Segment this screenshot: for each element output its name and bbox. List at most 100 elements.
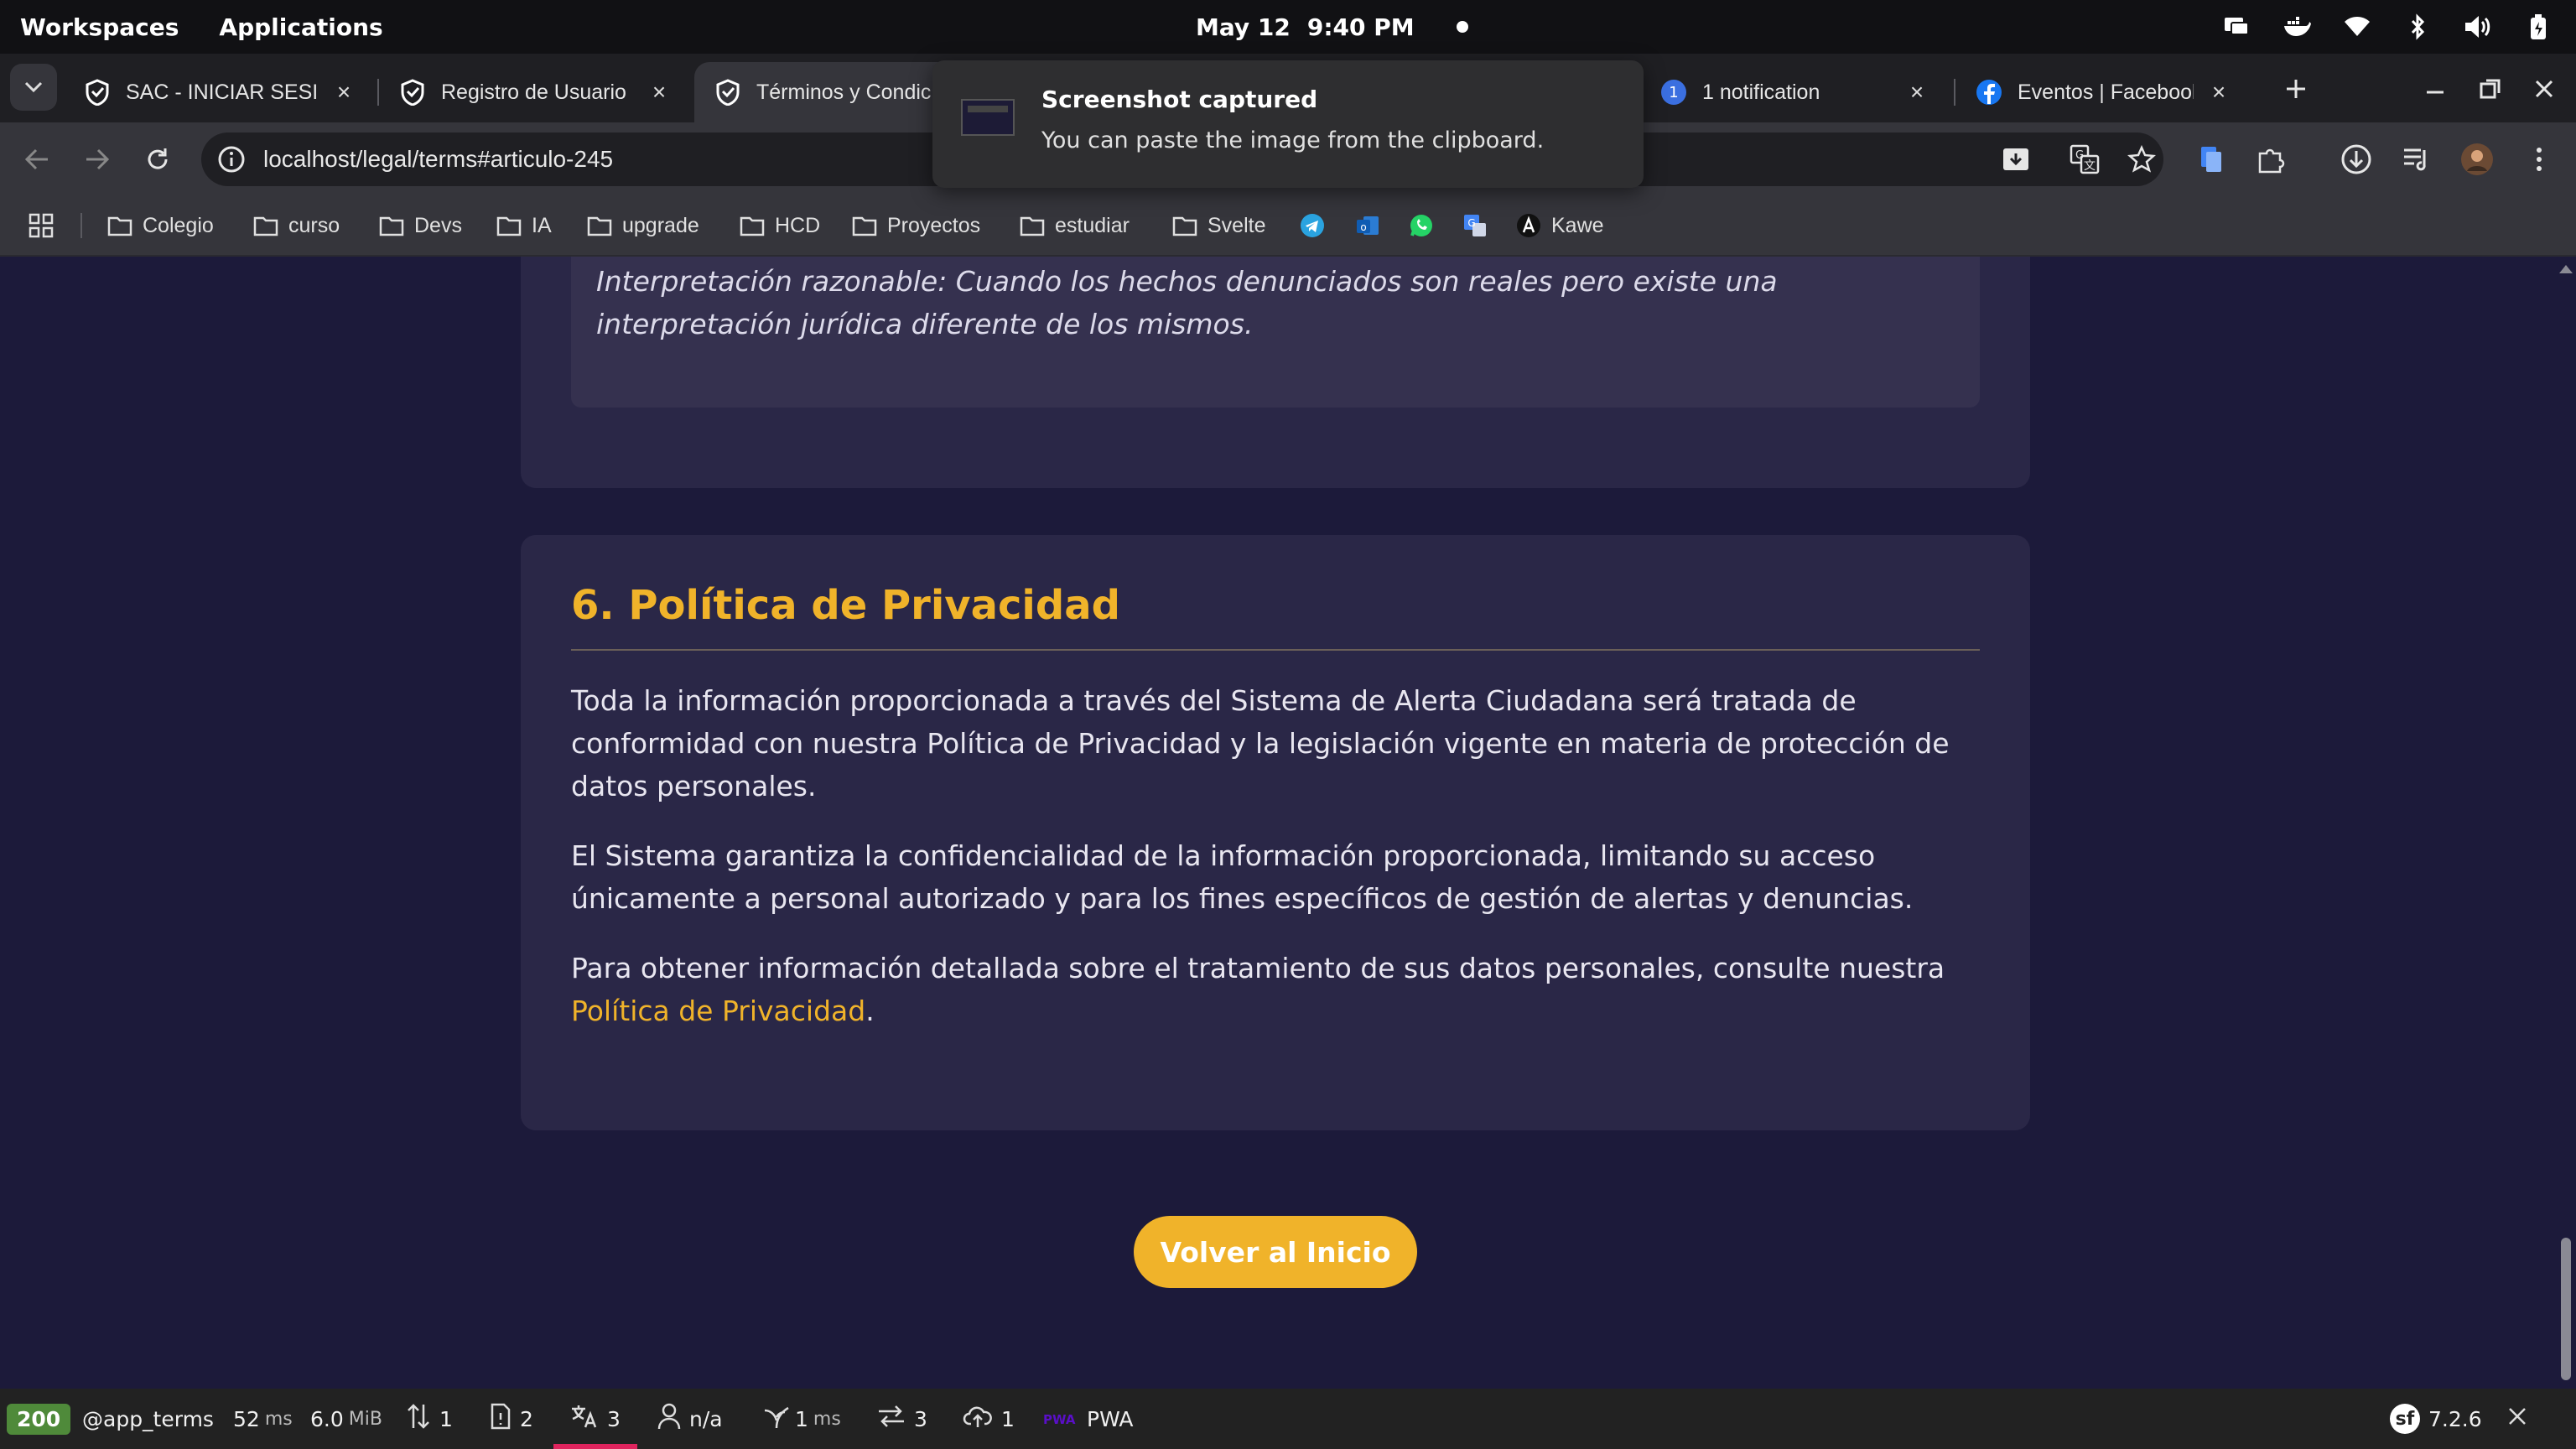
debug-time[interactable]: 52 ms xyxy=(233,1389,293,1449)
minimize-icon[interactable] xyxy=(2418,72,2452,106)
tab-facebook[interactable]: Eventos | Facebook × xyxy=(1955,62,2251,122)
browser-menu-icon[interactable] xyxy=(2519,139,2559,179)
clock[interactable]: May 12 9:40 PM xyxy=(1196,0,1468,54)
bookmark-folder-upgrade[interactable]: upgrade xyxy=(587,195,699,257)
bookmark-google-translate[interactable]: G xyxy=(1462,195,1488,257)
extensions-puzzle-icon[interactable] xyxy=(2251,139,2291,179)
google-translate-icon: G xyxy=(1462,213,1488,238)
outlook-icon: o xyxy=(1355,213,1380,238)
close-icon[interactable]: × xyxy=(332,80,356,104)
bookmark-folder-proyectos[interactable]: Proyectos xyxy=(852,195,980,257)
bookmark-kawe[interactable]: Kawe xyxy=(1516,195,1604,257)
tab-registro[interactable]: Registro de Usuario × xyxy=(379,62,691,122)
privacy-paragraph-1: Toda la información proporcionada a trav… xyxy=(571,684,1950,802)
new-tab-icon[interactable] xyxy=(2279,72,2313,106)
clock-time: 9:40 PM xyxy=(1306,13,1415,41)
clock-date: May 12 xyxy=(1196,13,1291,41)
close-window-icon[interactable] xyxy=(2527,72,2561,106)
debug-cache[interactable]: 1 xyxy=(963,1389,1015,1449)
profile-avatar[interactable] xyxy=(2457,139,2497,179)
bookmark-folder-curso[interactable]: curso xyxy=(253,195,340,257)
volume-icon[interactable] xyxy=(2464,13,2492,41)
downloads-icon[interactable] xyxy=(2336,139,2376,179)
active-panel-indicator xyxy=(553,1444,637,1449)
bookmarks-divider xyxy=(80,213,82,238)
bookmark-folder-devs[interactable]: Devs xyxy=(379,195,462,257)
scrollbar-thumb[interactable] xyxy=(2561,1238,2571,1380)
bookmark-folder-hcd[interactable]: HCD xyxy=(740,195,820,257)
docker-icon[interactable] xyxy=(2283,13,2311,41)
svg-text:PWA: PWA xyxy=(1043,1412,1076,1426)
privacy-policy-link[interactable]: Política de Privacidad xyxy=(571,995,865,1027)
debug-user[interactable]: n/a xyxy=(657,1389,723,1449)
close-icon[interactable]: × xyxy=(647,80,671,104)
debug-memory[interactable]: 6.0 MiB xyxy=(310,1389,382,1449)
cloud-upload-icon xyxy=(963,1404,993,1434)
folder-icon xyxy=(496,213,522,238)
page-content: Interpretación razonable: Cuando los hec… xyxy=(0,257,2576,1389)
forward-icon[interactable] xyxy=(77,139,117,179)
debug-forms[interactable]: 2 xyxy=(490,1389,533,1449)
bookmark-star-icon[interactable] xyxy=(2127,144,2157,174)
media-controls-icon[interactable] xyxy=(2397,139,2437,179)
debug-close[interactable] xyxy=(2507,1389,2527,1449)
wifi-icon[interactable] xyxy=(2343,13,2371,41)
requests-icon xyxy=(406,1403,431,1435)
debug-translations[interactable]: 3 xyxy=(570,1389,621,1449)
privacy-paragraph-3-text: Para obtener información detallada sobre… xyxy=(571,952,1945,984)
bookmark-whatsapp[interactable] xyxy=(1409,195,1434,257)
tab-search-button[interactable] xyxy=(10,64,57,111)
notification-title: Screenshot captured xyxy=(1041,86,1318,113)
telegram-icon xyxy=(1300,213,1325,238)
folder-icon xyxy=(107,213,132,238)
tab-notification[interactable]: 1 1 notification × xyxy=(1640,62,1949,122)
back-to-home-button[interactable]: Volver al Inicio xyxy=(1134,1216,1417,1288)
svg-text:1: 1 xyxy=(1669,84,1678,101)
bookmark-folder-colegio[interactable]: Colegio xyxy=(107,195,214,257)
shield-icon xyxy=(714,79,741,106)
back-icon[interactable] xyxy=(17,139,57,179)
reload-icon[interactable] xyxy=(138,139,178,179)
bookmark-telegram[interactable] xyxy=(1300,195,1325,257)
privacy-paragraph-3-end: . xyxy=(865,995,875,1027)
debug-events[interactable]: 3 xyxy=(877,1389,927,1449)
debug-requests[interactable]: 1 xyxy=(406,1389,453,1449)
install-app-icon[interactable] xyxy=(2001,144,2031,174)
pwa-icon: PWA xyxy=(1043,1407,1078,1431)
svg-text:文: 文 xyxy=(2084,159,2096,173)
symfony-debug-toolbar: 200 @app_terms 52 ms 6.0 MiB 1 2 3 n/a 1 ms… xyxy=(0,1389,2576,1449)
debug-status[interactable]: 200 xyxy=(7,1389,71,1449)
tab-sac-login[interactable]: SAC - INICIAR SESIÓN × xyxy=(64,62,376,122)
previous-section-card: Interpretación razonable: Cuando los hec… xyxy=(521,257,2030,488)
debug-symfony-version[interactable]: sf 7.2.6 xyxy=(2390,1389,2482,1449)
screenshot-notification[interactable]: Screenshot captured You can paste the im… xyxy=(932,60,1644,188)
apps-grid-icon[interactable] xyxy=(29,195,54,257)
form-icon xyxy=(490,1403,512,1435)
folder-icon xyxy=(1020,213,1045,238)
notification-body: You can paste the image from the clipboa… xyxy=(1041,127,1545,153)
page-scrollbar[interactable] xyxy=(2556,257,2576,1389)
debug-route[interactable]: @app_terms xyxy=(82,1389,214,1449)
user-icon xyxy=(657,1403,681,1435)
screen-icon[interactable] xyxy=(2222,13,2251,41)
bookmarks-bar: Colegio curso Devs IA upgrade HCD Proyec… xyxy=(0,195,2576,257)
url-text: localhost/legal/terms#articulo-245 xyxy=(263,146,614,172)
close-icon[interactable]: × xyxy=(2207,80,2231,104)
debug-twig[interactable]: 1 ms xyxy=(763,1389,841,1449)
applications-menu[interactable]: Applications xyxy=(219,13,382,41)
translate-icon[interactable]: 文G xyxy=(2070,144,2100,174)
extension-files-icon[interactable] xyxy=(2190,139,2231,179)
debug-pwa[interactable]: PWA PWA xyxy=(1043,1389,1134,1449)
scroll-up-icon[interactable] xyxy=(2559,265,2573,273)
bookmark-folder-estudiar[interactable]: estudiar xyxy=(1020,195,1130,257)
bluetooth-icon[interactable] xyxy=(2403,13,2432,41)
workspaces-menu[interactable]: Workspaces xyxy=(20,13,179,41)
site-info-icon[interactable] xyxy=(216,144,247,174)
close-icon[interactable]: × xyxy=(1905,80,1929,104)
notification-badge-icon: 1 xyxy=(1660,79,1687,106)
bookmark-folder-ia[interactable]: IA xyxy=(496,195,552,257)
bookmark-outlook[interactable]: o xyxy=(1355,195,1380,257)
bookmark-folder-svelte[interactable]: Svelte xyxy=(1172,195,1265,257)
battery-icon[interactable] xyxy=(2524,13,2553,41)
restore-icon[interactable] xyxy=(2474,72,2507,106)
